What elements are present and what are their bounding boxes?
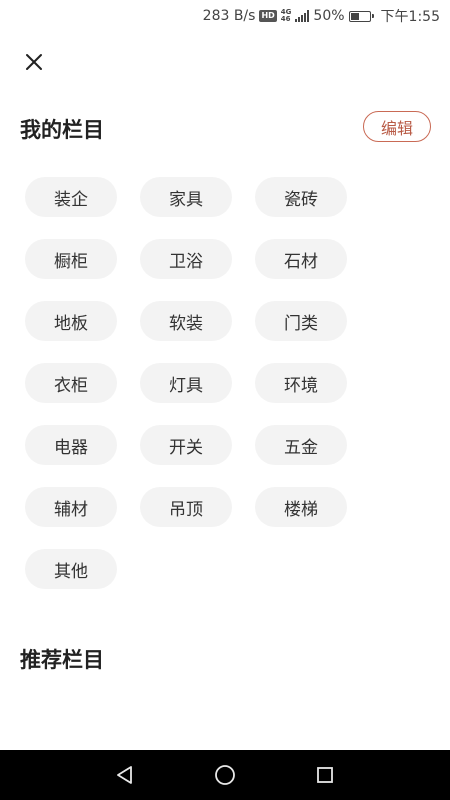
column-chip[interactable]: 环境: [255, 363, 347, 403]
column-chip[interactable]: 灯具: [140, 363, 232, 403]
screen: 283 B/s HD 4G 46 50% 下午1:55 我的栏目 编辑 装企 家具…: [0, 0, 450, 800]
column-chip[interactable]: 楼梯: [255, 487, 347, 527]
column-chip[interactable]: 石材: [255, 239, 347, 279]
my-columns-grid: 装企 家具 瓷砖橱柜 卫浴 石材地板 软装 门类衣柜 灯具 环境电器 开关 五金辅材 吊顶 楼梯其他: [25, 177, 385, 589]
battery-percent: 50%: [313, 8, 345, 24]
column-chip[interactable]: 五金: [255, 425, 347, 465]
signal-icon: [295, 10, 310, 22]
column-chip[interactable]: 其他: [25, 549, 117, 589]
battery-fill: [350, 12, 360, 20]
column-chip[interactable]: 开关: [140, 425, 232, 465]
clock: 下午1:55: [380, 9, 440, 25]
column-chip[interactable]: 吊顶: [140, 487, 232, 527]
recents-button[interactable]: [305, 755, 345, 795]
network-type-bottom: 46: [280, 15, 291, 23]
back-button[interactable]: [105, 755, 145, 795]
column-chip[interactable]: 家具: [140, 177, 232, 217]
close-button[interactable]: [22, 50, 46, 74]
column-chip[interactable]: 地板: [25, 301, 117, 341]
edit-button[interactable]: 编辑: [363, 111, 431, 142]
navigation-bar: [0, 750, 450, 800]
hd-badge: HD: [259, 10, 277, 22]
column-chip[interactable]: 电器: [25, 425, 117, 465]
recents-square-icon: [317, 767, 333, 783]
column-chip[interactable]: 瓷砖: [255, 177, 347, 217]
battery-icon: [348, 10, 374, 22]
network-type-icon: 4G 46: [281, 9, 292, 23]
recommended-columns-title: 推荐栏目: [20, 648, 104, 672]
back-triangle-icon: [117, 766, 132, 784]
column-chip[interactable]: 装企: [25, 177, 117, 217]
net-speed: 283 B/s: [202, 8, 256, 24]
close-icon: [26, 54, 42, 70]
my-columns-title: 我的栏目: [20, 118, 104, 142]
column-chip[interactable]: 橱柜: [25, 239, 117, 279]
column-chip[interactable]: 衣柜: [25, 363, 117, 403]
status-bar: 283 B/s HD 4G 46 50% 下午1:55: [0, 0, 450, 32]
column-chip[interactable]: 软装: [140, 301, 232, 341]
home-circle-icon: [215, 765, 235, 785]
home-button[interactable]: [205, 755, 245, 795]
column-chip[interactable]: 卫浴: [140, 239, 232, 279]
column-chip[interactable]: 门类: [255, 301, 347, 341]
column-chip[interactable]: 辅材: [25, 487, 117, 527]
